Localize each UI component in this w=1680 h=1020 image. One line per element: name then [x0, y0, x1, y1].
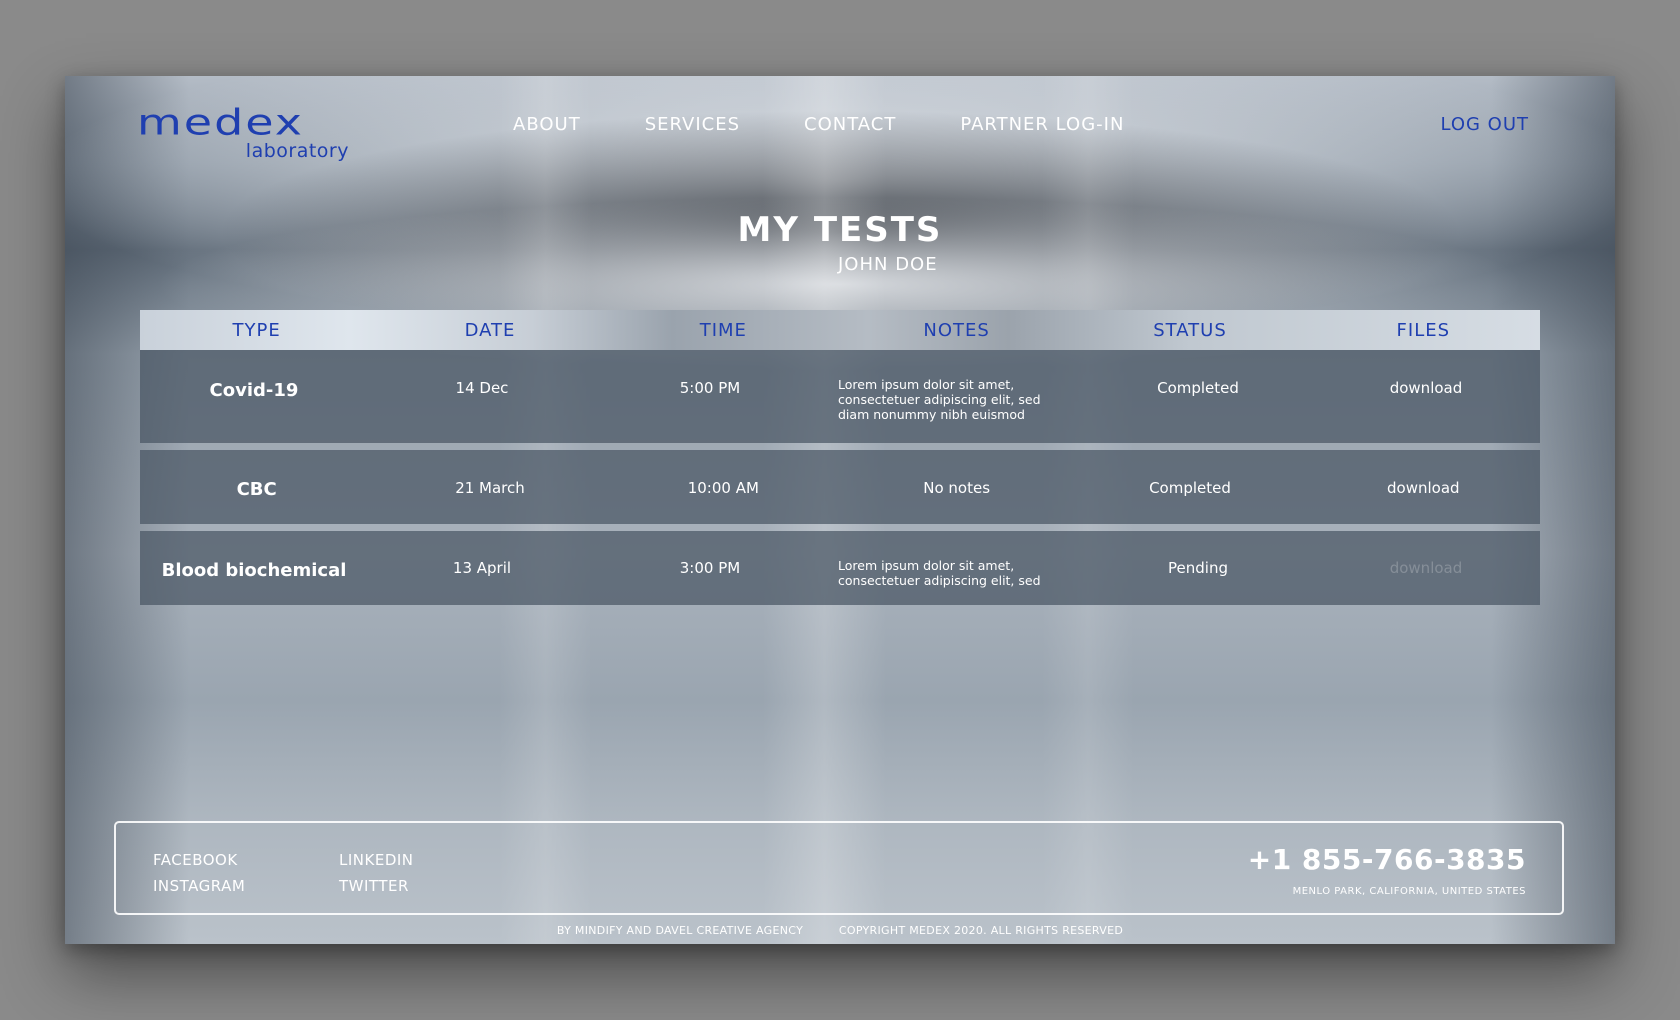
- cell-files: download: [1307, 450, 1540, 524]
- cell-files: download: [1312, 350, 1540, 443]
- column-header-files: FILES: [1396, 319, 1451, 341]
- table-row: Covid-19 14 Dec 5:00 PM Lorem ipsum dolo…: [140, 350, 1540, 443]
- cell-time: 5:00 PM: [679, 379, 741, 397]
- main-nav: ABOUT SERVICES CONTACT PARTNER LOG-IN: [513, 114, 1124, 135]
- cell-notes: Lorem ipsum dolor sit amet, consectetuer…: [838, 558, 1041, 588]
- cell-time: 3:00 PM: [679, 559, 741, 577]
- cell-date: 14 Dec: [455, 379, 509, 397]
- table-row: CBC 21 March 10:00 AM No notes Completed…: [140, 450, 1540, 524]
- table-header: TYPE DATE TIME NOTES STATUS FILES: [140, 310, 1540, 350]
- nav-about[interactable]: ABOUT: [513, 114, 581, 135]
- column-header-type: TYPE: [232, 319, 281, 341]
- table-row: Blood biochemical 13 April 3:00 PM Lorem…: [140, 531, 1540, 605]
- column-header-notes: NOTES: [923, 319, 990, 341]
- logo-wordmark: medex: [137, 100, 305, 143]
- nav-contact[interactable]: CONTACT: [804, 114, 896, 135]
- cell-date: 21 March: [455, 479, 525, 497]
- agency-credit: BY MINDIFY AND DAVEL CREATIVE AGENCY: [556, 924, 804, 937]
- download-link[interactable]: download: [1390, 379, 1463, 397]
- cell-notes: No notes: [923, 479, 991, 497]
- cell-notes: Lorem ipsum dolor sit amet, consectetuer…: [838, 377, 1041, 422]
- logo-tagline: laboratory: [245, 140, 349, 162]
- cell-status: Completed: [1157, 379, 1239, 397]
- column-header-date: DATE: [464, 319, 516, 341]
- social-instagram[interactable]: INSTAGRAM: [153, 877, 339, 895]
- page-frame: medex laboratory ABOUT SERVICES CONTACT …: [65, 76, 1615, 944]
- cell-type: CBC: [236, 479, 277, 500]
- cell-type: Blood biochemical: [161, 560, 347, 581]
- social-facebook[interactable]: FACEBOOK: [153, 851, 339, 869]
- download-link[interactable]: download: [1387, 479, 1460, 497]
- logo[interactable]: medex laboratory: [137, 104, 357, 168]
- column-header-status: STATUS: [1153, 319, 1227, 341]
- footer-contact-box: FACEBOOK LINKEDIN INSTAGRAM TWITTER +1 8…: [114, 821, 1564, 915]
- social-twitter[interactable]: TWITTER: [339, 877, 439, 895]
- footer-credits: BY MINDIFY AND DAVEL CREATIVE AGENCY COP…: [65, 924, 1615, 937]
- cell-status: Completed: [1149, 479, 1231, 497]
- cell-time: 10:00 AM: [687, 479, 759, 497]
- nav-services[interactable]: SERVICES: [645, 114, 740, 135]
- nav-partner-login[interactable]: PARTNER LOG-IN: [960, 114, 1124, 135]
- address: MENLO PARK, CALIFORNIA, UNITED STATES: [1292, 886, 1526, 897]
- phone-number[interactable]: +1 855-766-3835: [1248, 843, 1526, 876]
- column-header-time: TIME: [699, 319, 747, 341]
- copyright: COPYRIGHT MEDEX 2020. ALL RIGHTS RESERVE…: [838, 924, 1124, 937]
- table-body: Covid-19 14 Dec 5:00 PM Lorem ipsum dolo…: [140, 350, 1540, 605]
- user-name: JOHN DOE: [838, 254, 938, 275]
- download-link-disabled: download: [1389, 559, 1463, 577]
- cell-status: Pending: [1168, 559, 1228, 577]
- cell-date: 13 April: [452, 559, 512, 577]
- page-title: MY TESTS: [737, 210, 943, 250]
- social-linkedin[interactable]: LINKEDIN: [339, 851, 439, 869]
- cell-type: Covid-19: [209, 380, 299, 401]
- logout-link[interactable]: LOG OUT: [1440, 114, 1529, 135]
- cell-files: download: [1312, 531, 1540, 605]
- social-links: FACEBOOK LINKEDIN INSTAGRAM TWITTER: [153, 851, 439, 895]
- tests-table: TYPE DATE TIME NOTES STATUS FILES Covid-…: [140, 310, 1540, 612]
